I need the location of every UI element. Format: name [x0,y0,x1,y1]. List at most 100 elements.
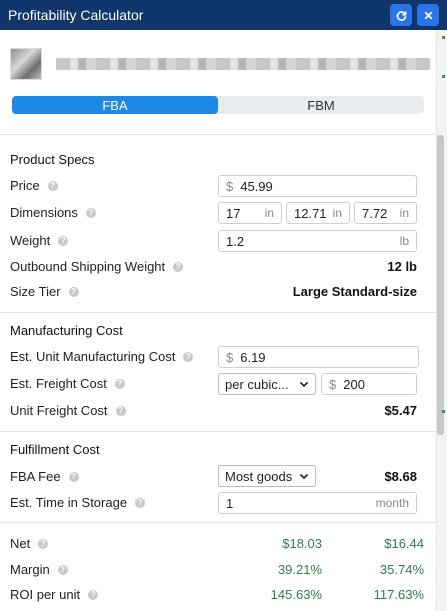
net-label-text: Net [10,536,31,551]
outbound-weight-label-text: Outbound Shipping Weight [10,259,166,274]
fba-fee-category-select[interactable]: Most goods [218,465,316,487]
dimension-value: 7.72 [362,205,388,221]
dimension-unit: in [264,206,274,220]
title-bar: Profitability Calculator [0,0,447,30]
margin-fba-value: 39.21% [277,562,322,577]
refresh-icon [396,10,406,21]
freight-cost-input[interactable]: $ 200 [321,373,417,395]
window-title: Profitability Calculator [8,7,144,23]
weight-unit: lb [399,234,409,248]
chevron-down-icon [299,381,309,388]
weight-label-text: Weight [10,233,51,248]
net-label: Net ? [10,536,49,551]
unit-freight-cost-label: Unit Freight Cost ? [10,403,126,418]
product-row [10,48,430,80]
edge-mark [442,36,445,39]
unit-manufacturing-cost-input[interactable]: $ 6.19 [218,346,419,368]
help-icon[interactable]: ? [68,471,79,482]
currency-prefix: $ [226,349,234,365]
unit-freight-cost-value: $5.47 [384,403,417,418]
roi-fbm-value: 117.63% [373,587,424,602]
weight-value: 1.2 [226,233,245,249]
size-tier-label-text: Size Tier [10,284,61,299]
section-heading-fulfillment-cost: Fulfillment Cost [10,442,100,457]
net-fba-value: $18.03 [282,536,322,551]
fba-fee-value: $8.68 [384,469,417,484]
dimension-width-input[interactable]: 12.71 in [286,202,350,224]
storage-time-label: Est. Time in Storage ? [10,495,146,510]
refresh-button[interactable] [390,4,412,26]
storage-time-input[interactable]: 1 month [218,492,417,514]
freight-cost-label: Est. Freight Cost ? [10,376,125,391]
freight-basis-value: per cubic... [225,376,289,392]
currency-prefix: $ [226,178,234,194]
price-label: Price ? [10,178,58,193]
edge-mark [442,410,445,413]
outbound-weight-value: 12 lb [387,259,417,274]
dimension-unit: in [332,206,342,220]
dimension-value: 12.71 [294,205,327,221]
margin-label: Margin ? [10,562,68,577]
divider [0,522,436,523]
product-title-blurred [56,58,430,70]
price-value: 45.99 [240,178,273,194]
storage-time-value: 1 [226,495,234,511]
price-label-text: Price [10,178,40,193]
section-heading-product-specs: Product Specs [10,152,95,167]
help-icon[interactable]: ? [115,405,126,416]
help-icon[interactable]: ? [47,180,58,191]
help-icon[interactable]: ? [88,589,99,600]
storage-time-unit: month [375,496,409,510]
dimensions-label: Dimensions ? [10,205,96,220]
section-heading-manufacturing-cost: Manufacturing Cost [10,323,123,338]
tab-fbm[interactable]: FBM [218,96,424,114]
tab-fba[interactable]: FBA [12,96,218,114]
dimension-height-input[interactable]: 7.72 in [354,202,417,224]
roi-label: ROI per unit ? [10,587,99,602]
weight-label: Weight ? [10,233,69,248]
close-button[interactable] [417,4,439,26]
weight-input[interactable]: 1.2 lb [218,230,417,252]
outbound-weight-label: Outbound Shipping Weight ? [10,259,184,274]
product-thumbnail [10,48,42,80]
help-icon[interactable]: ? [173,261,184,272]
fba-fee-category-value: Most goods [225,468,293,484]
help-icon[interactable]: ? [183,351,194,362]
freight-cost-value: 200 [343,376,365,392]
unit-manufacturing-cost-label: Est. Unit Manufacturing Cost ? [10,349,194,364]
help-icon[interactable]: ? [58,235,69,246]
help-icon[interactable]: ? [38,538,49,549]
freight-cost-label-text: Est. Freight Cost [10,376,107,391]
divider [0,312,436,313]
fba-fee-label: FBA Fee ? [10,469,79,484]
dimension-unit: in [399,206,409,220]
margin-fbm-value: 35.74% [379,562,424,577]
chevron-down-icon [299,473,309,480]
mode-tabs: FBA FBM [12,96,424,114]
fba-fee-label-text: FBA Fee [10,469,61,484]
help-icon[interactable]: ? [68,286,79,297]
help-icon[interactable]: ? [57,564,68,575]
help-icon[interactable]: ? [114,378,125,389]
net-fbm-value: $16.44 [384,536,424,551]
scrollbar-thumb[interactable] [437,135,444,435]
unit-freight-cost-label-text: Unit Freight Cost [10,403,108,418]
price-input[interactable]: $ 45.99 [218,175,417,197]
divider [0,134,436,135]
help-icon[interactable]: ? [85,207,96,218]
dimensions-label-text: Dimensions [10,205,78,220]
unit-manufacturing-cost-label-text: Est. Unit Manufacturing Cost [10,349,176,364]
size-tier-value: Large Standard-size [292,284,417,299]
roi-label-text: ROI per unit [10,587,81,602]
freight-basis-select[interactable]: per cubic... [218,373,316,395]
divider [0,431,436,432]
help-icon[interactable]: ? [135,497,146,508]
margin-label-text: Margin [10,562,50,577]
close-icon [424,11,432,19]
unit-manufacturing-cost-value: 6.19 [240,349,266,365]
roi-fba-value: 145.63% [270,587,322,602]
dimension-length-input[interactable]: 17 in [218,202,282,224]
size-tier-label: Size Tier ? [10,284,79,299]
dimension-value: 17 [226,205,241,221]
storage-time-label-text: Est. Time in Storage [10,495,128,510]
